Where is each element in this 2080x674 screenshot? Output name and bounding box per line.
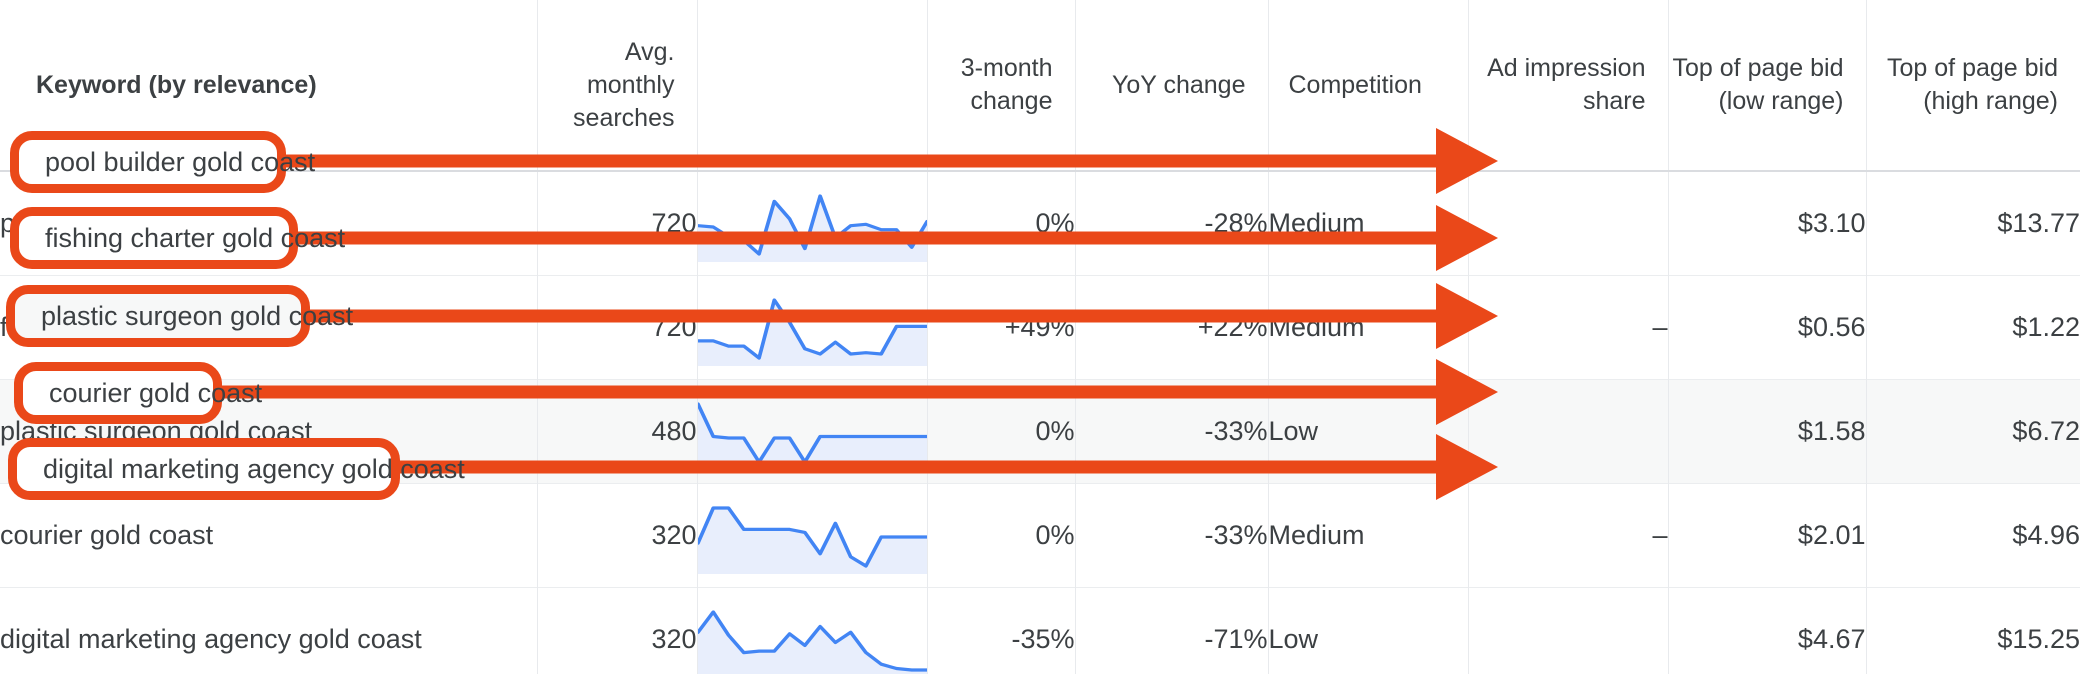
keyword-results-table: Keyword (by relevance) Avg. monthly sear… [0, 0, 2080, 674]
column-header-top-of-page-bid-low[interactable]: Top of page bid (low range) [1668, 0, 1867, 171]
cell-top-of-page-bid-high: $13.77 [1997, 207, 2080, 238]
table-body: pool builder gold coast 720 0% -28% Medium $3… [0, 171, 2080, 674]
cell-top-of-page-bid-low: $3.10 [1668, 171, 1867, 275]
keyword-planner-table-screenshot: Keyword (by relevance) Avg. monthly sear… [0, 0, 2080, 674]
sparkline-chart [697, 496, 927, 574]
cell-competition: Medium [1268, 171, 1469, 275]
cell-sparkline [697, 171, 928, 275]
column-header-keyword[interactable]: Keyword (by relevance) [0, 0, 538, 171]
table-row[interactable]: fishing charter gold coast 720 +49% +22% Med… [0, 275, 2080, 379]
cell-yoy-change: -71% [1075, 587, 1269, 674]
cell-avg-monthly-searches: 480 [537, 379, 698, 483]
cell-ad-impression-share: – [1468, 483, 1669, 587]
cell-3-month-change: 0% [927, 483, 1076, 587]
column-header-top-of-page-bid-high[interactable]: Top of page bid (high range) [1866, 0, 2080, 171]
cell-competition: Low [1268, 379, 1469, 483]
cell-avg-monthly-searches: 320 [537, 587, 698, 674]
cell-yoy-change: -33% [1075, 379, 1269, 483]
table-header: Keyword (by relevance) Avg. monthly sear… [0, 0, 2080, 171]
cell-top-of-page-bid-low: $4.67 [1668, 587, 1867, 674]
cell-top-of-page-bid-high: $15.25 [1997, 623, 2080, 654]
cell-ad-impression-share: – [1468, 275, 1669, 379]
cell-sparkline [697, 587, 928, 674]
column-header-avg-monthly-searches[interactable]: Avg. monthly searches [537, 0, 698, 171]
cell-top-of-page-bid-high: $1.22 [2012, 311, 2080, 342]
cell-ad-impression-share [1468, 587, 1669, 674]
cell-top-of-page-bid-high: $6.72 [2012, 415, 2080, 446]
cell-competition: Medium [1268, 483, 1469, 587]
cell-sparkline [697, 275, 928, 379]
cell-sparkline [697, 483, 928, 587]
cell-keyword[interactable]: fishing charter gold coast [0, 275, 538, 379]
sparkline-chart [697, 184, 927, 263]
cell-3-month-change: 0% [927, 379, 1076, 483]
cell-yoy-change: -33% [1075, 483, 1269, 587]
table-row[interactable]: pool builder gold coast 720 0% -28% Medium $3… [0, 171, 2080, 275]
cell-avg-monthly-searches: 720 [537, 275, 698, 379]
cell-ad-impression-share [1468, 379, 1669, 483]
sparkline-chart [697, 288, 927, 366]
header-row: Keyword (by relevance) Avg. monthly sear… [0, 0, 2080, 171]
cell-keyword[interactable]: courier gold coast [0, 483, 538, 587]
column-header-3-month-change[interactable]: 3-month change [927, 0, 1076, 171]
sparkline-chart [697, 392, 927, 470]
column-header-sparkline [697, 0, 928, 171]
column-header-ad-impression-share[interactable]: Ad impression share [1468, 0, 1669, 171]
cell-avg-monthly-searches: 320 [537, 483, 698, 587]
table-row[interactable]: digital marketing agency gold coast 320 -3… [0, 587, 2080, 674]
column-header-yoy-change[interactable]: YoY change [1075, 0, 1269, 171]
cell-3-month-change: 0% [927, 171, 1076, 275]
cell-top-of-page-bid-low: $2.01 [1668, 483, 1867, 587]
table-row[interactable]: courier gold coast 320 0% -33% Medium – $2.01 $… [0, 483, 2080, 587]
cell-top-of-page-bid-high: $4.96 [2012, 519, 2080, 550]
cell-competition: Low [1268, 587, 1469, 674]
table-row[interactable]: plastic surgeon gold coast 480 0% -33% Low $1… [0, 379, 2080, 483]
cell-competition: Medium [1268, 275, 1469, 379]
cell-3-month-change: +49% [927, 275, 1076, 379]
cell-keyword[interactable]: plastic surgeon gold coast [0, 379, 538, 483]
cell-keyword[interactable]: digital marketing agency gold coast [0, 587, 538, 674]
cell-avg-monthly-searches: 720 [537, 171, 698, 275]
cell-ad-impression-share [1468, 171, 1669, 275]
cell-3-month-change: -35% [927, 587, 1076, 674]
sparkline-chart [697, 600, 927, 674]
cell-yoy-change: +22% [1075, 275, 1269, 379]
cell-sparkline [697, 379, 928, 483]
cell-yoy-change: -28% [1075, 171, 1269, 275]
cell-top-of-page-bid-low: $1.58 [1668, 379, 1867, 483]
column-header-competition[interactable]: Competition [1268, 0, 1469, 171]
cell-top-of-page-bid-low: $0.56 [1668, 275, 1867, 379]
cell-keyword[interactable]: pool builder gold coast [0, 171, 538, 275]
